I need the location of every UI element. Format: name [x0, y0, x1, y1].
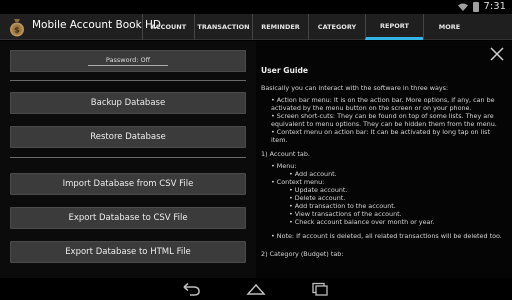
divider	[10, 80, 246, 81]
app-logo-icon[interactable]: $	[8, 17, 26, 37]
close-icon[interactable]	[490, 47, 504, 61]
guide-context-item: • Add transaction to the account.	[289, 202, 396, 210]
status-bar: 7:31	[0, 0, 512, 14]
wifi-icon	[457, 3, 468, 11]
tab-transaction[interactable]: TRANSACTION	[194, 14, 252, 40]
guide-title: User Guide	[261, 66, 309, 75]
guide-menu-item: • Add account.	[289, 170, 337, 178]
guide-way: • Action bar menu: It is on the action b…	[271, 96, 495, 112]
database-tools-panel: Password: Off Backup Database Restore Da…	[0, 41, 256, 278]
restore-database-button[interactable]: Restore Database	[10, 126, 246, 148]
guide-context-item: • View transactions of the account.	[289, 210, 402, 218]
home-icon[interactable]	[246, 282, 266, 296]
guide-context-label: • Context menu:	[271, 178, 325, 186]
tab-more[interactable]: MORE	[423, 14, 475, 40]
guide-section: 1) Account tab.	[261, 150, 310, 158]
guide-section: 2) Category (Budget) tab:	[261, 250, 344, 258]
user-guide-text: User Guide Basically you can interact wi…	[261, 67, 505, 262]
guide-way: • Context menu on action bar: It can be …	[271, 128, 490, 144]
tab-category[interactable]: CATEGORY	[308, 14, 365, 40]
tab-account[interactable]: ACCOUNT	[142, 14, 194, 40]
svg-text:$: $	[14, 26, 20, 35]
export-csv-button[interactable]: Export Database to CSV File	[10, 207, 246, 229]
guide-note: • Note: If account is deleted, all relat…	[271, 232, 502, 240]
guide-intro: Basically you can interact with the soft…	[261, 84, 449, 92]
guide-context-item: • Delete account.	[289, 194, 346, 202]
divider	[10, 157, 246, 158]
password-button[interactable]: Password: Off	[10, 50, 246, 72]
tab-bar: ACCOUNT TRANSACTION REMINDER CATEGORY RE…	[142, 14, 475, 40]
navigation-bar	[0, 278, 512, 300]
user-guide-panel[interactable]: User Guide Basically you can interact wi…	[256, 41, 512, 278]
recent-apps-icon[interactable]	[310, 282, 330, 296]
export-html-button[interactable]: Export Database to HTML File	[10, 241, 246, 263]
tab-report[interactable]: REPORT	[365, 14, 423, 40]
clock: 7:31	[483, 1, 506, 12]
guide-menu-label: • Menu:	[271, 162, 297, 170]
back-icon[interactable]	[181, 282, 201, 296]
password-status: Password: Off	[87, 56, 169, 66]
backup-database-button[interactable]: Backup Database	[10, 92, 246, 114]
tab-reminder[interactable]: REMINDER	[252, 14, 308, 40]
import-csv-button[interactable]: Import Database from CSV File	[10, 173, 246, 195]
battery-icon	[472, 2, 479, 12]
action-bar: $ Mobile Account Book HD ACCOUNT TRANSAC…	[0, 14, 512, 40]
guide-context-item: • Update account.	[289, 186, 348, 194]
guide-context-item: • Check account balance over month or ye…	[289, 218, 435, 226]
guide-way: • Screen short-cuts: They can be found o…	[271, 112, 497, 128]
